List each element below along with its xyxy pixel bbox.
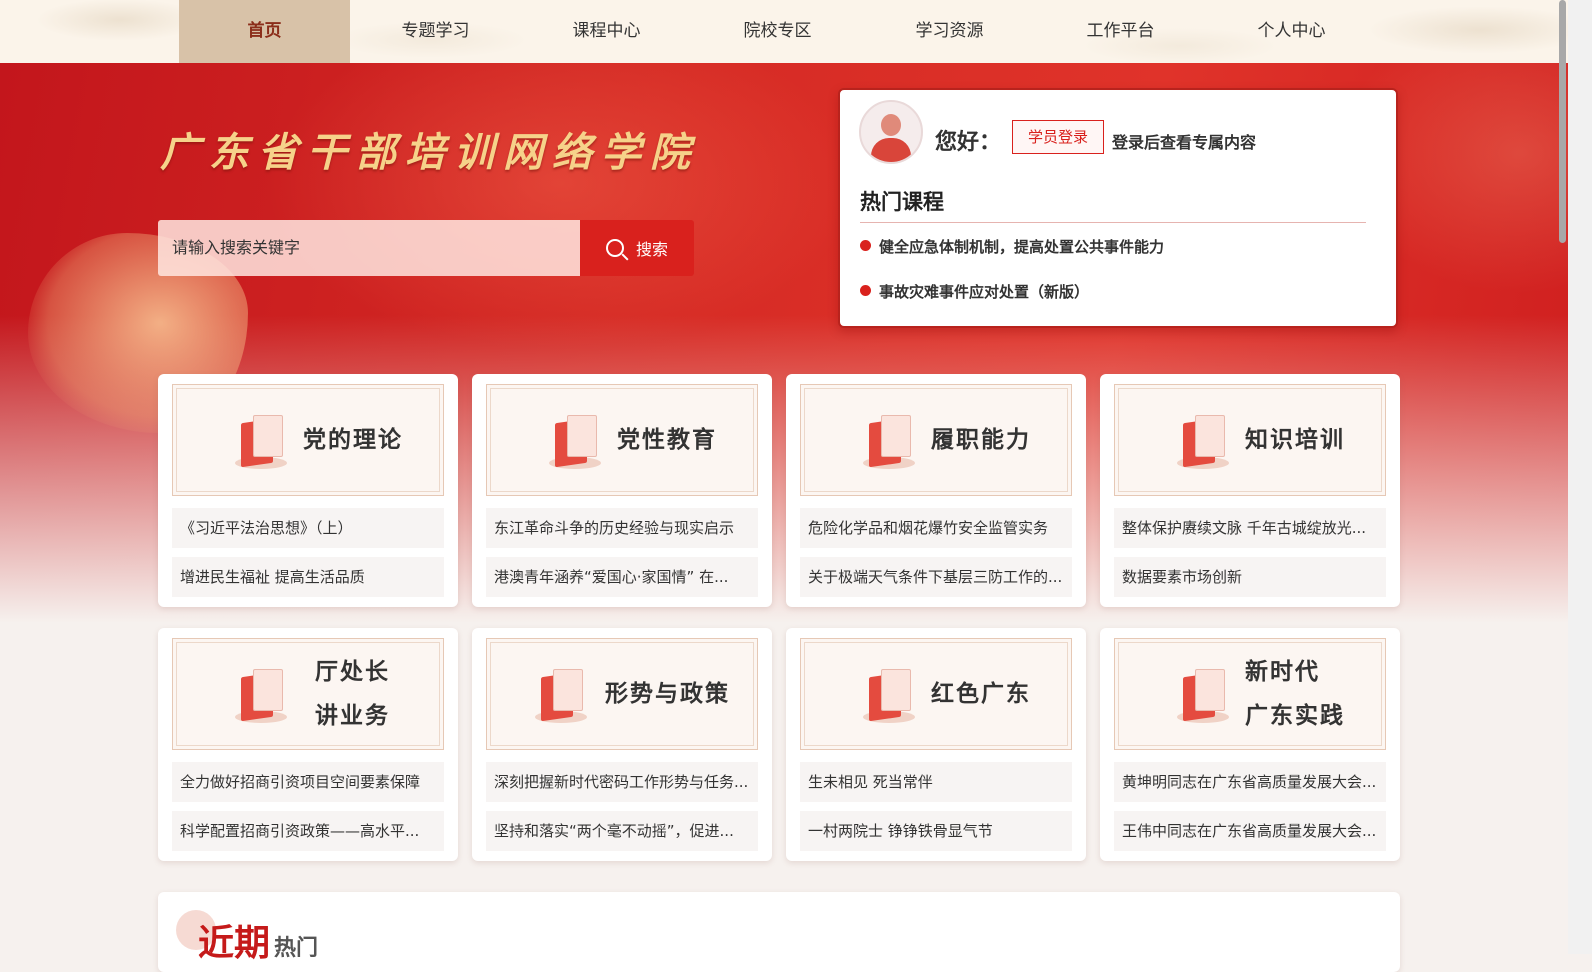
avatar-head <box>881 114 901 136</box>
city-skyline-icon <box>1177 667 1229 727</box>
avatar-body <box>871 138 911 162</box>
course-link[interactable]: 科学配置招商引资政策——高水平... <box>172 811 444 851</box>
category-header[interactable]: 党的理论 <box>172 384 444 496</box>
recent-section: 近期 热门 <box>158 892 1400 972</box>
avatar <box>859 100 923 164</box>
category-label: 知识培训 <box>1245 426 1345 453</box>
category-card-director-lectures: 厅处长 讲业务 全力做好招商引资项目空间要素保障 科学配置招商引资政策——高水平… <box>158 628 458 861</box>
category-card-party-education: 党性教育 东江革命斗争的历史经验与现实启示 港澳青年涵养“爱国心·家国情” 在.… <box>472 374 772 607</box>
course-link[interactable]: 增进民生福祉 提高生活品质 <box>172 557 444 597</box>
course-link[interactable]: 关于极端天气条件下基层三防工作的... <box>800 557 1072 597</box>
category-label: 履职能力 <box>931 426 1031 453</box>
course-link[interactable]: 全力做好招商引资项目空间要素保障 <box>172 762 444 802</box>
category-label-line1: 新时代 <box>1245 658 1320 685</box>
nav-course-center[interactable]: 课程中心 <box>521 0 692 63</box>
course-link[interactable]: 黄坤明同志在广东省高质量发展大会... <box>1114 762 1386 802</box>
nav-topic-study[interactable]: 专题学习 <box>350 0 521 63</box>
document-stack-icon <box>1177 413 1229 473</box>
id-badge-icon <box>863 413 915 473</box>
course-link[interactable]: 危险化学品和烟花爆竹安全监管实务 <box>800 508 1072 548</box>
scrollbar-track[interactable] <box>1568 0 1592 954</box>
site-title: 广东省干部培训网络学院 <box>160 129 699 176</box>
category-header[interactable]: 履职能力 <box>800 384 1072 496</box>
hot-course-item[interactable]: 事故灾难事件应对处置（新版） <box>860 281 1089 302</box>
category-header[interactable]: 新时代 广东实践 <box>1114 638 1386 750</box>
speaker-podium-icon <box>235 667 287 727</box>
login-card: 您好： 学员登录 登录后查看专属内容 热门课程 健全应急体制机制，提高处置公共事… <box>838 88 1398 328</box>
hot-course-label: 健全应急体制机制，提高处置公共事件能力 <box>879 238 1165 256</box>
course-link[interactable]: 港澳青年涵养“爱国心·家国情” 在... <box>486 557 758 597</box>
course-link[interactable]: 《习近平法治思想》（上） <box>172 508 444 548</box>
policy-document-icon <box>535 667 587 727</box>
section-title: 近期 热门 <box>198 914 318 966</box>
category-label-line2: 讲业务 <box>315 702 390 729</box>
category-card-situation-policy: 形势与政策 深刻把握新时代密码工作形势与任务... 坚持和落实“两个毫不动摇”，… <box>472 628 772 861</box>
nav-work-platform[interactable]: 工作平台 <box>1035 0 1206 63</box>
category-card-party-theory: 党的理论 《习近平法治思想》（上） 增进民生福祉 提高生活品质 <box>158 374 458 607</box>
nav-school-zone[interactable]: 院校专区 <box>692 0 863 63</box>
category-card-knowledge-training: 知识培训 整体保护赓续文脉 千年古城绽放光... 数据要素市场创新 <box>1100 374 1400 607</box>
category-label-line2: 广东实践 <box>1245 702 1345 729</box>
category-card-new-era-practice: 新时代 广东实践 黄坤明同志在广东省高质量发展大会... 王伟中同志在广东省高质… <box>1100 628 1400 861</box>
student-login-button[interactable]: 学员登录 <box>1012 120 1104 154</box>
section-title-main: 近期 <box>198 922 271 964</box>
hot-courses-title: 热门课程 <box>860 190 944 214</box>
nav-learning-resources[interactable]: 学习资源 <box>864 0 1035 63</box>
course-link[interactable]: 生未相见 死当常伴 <box>800 762 1072 802</box>
scrollbar-thumb[interactable] <box>1559 0 1566 243</box>
course-link[interactable]: 整体保护赓续文脉 千年古城绽放光... <box>1114 508 1386 548</box>
category-label-line1: 厅处长 <box>315 658 390 685</box>
course-link[interactable]: 王伟中同志在广东省高质量发展大会... <box>1114 811 1386 851</box>
category-card-red-guangdong: 红色广东 生未相见 死当常伴 一村两院士 铮铮铁骨显气节 <box>786 628 1086 861</box>
login-hint: 登录后查看专属内容 <box>1112 133 1257 152</box>
top-nav: 首页 专题学习 课程中心 院校专区 学习资源 工作平台 个人中心 <box>0 0 1568 63</box>
red-building-icon <box>863 667 915 727</box>
party-flag-book-icon <box>549 413 601 473</box>
divider <box>860 222 1366 223</box>
section-title-sub: 热门 <box>274 935 319 961</box>
category-header[interactable]: 知识培训 <box>1114 384 1386 496</box>
search-button-label: 搜索 <box>635 240 668 259</box>
nav-personal-center[interactable]: 个人中心 <box>1206 0 1377 63</box>
course-link[interactable]: 一村两院士 铮铮铁骨显气节 <box>800 811 1072 851</box>
hot-course-item[interactable]: 健全应急体制机制，提高处置公共事件能力 <box>860 236 1164 257</box>
category-header[interactable]: 红色广东 <box>800 638 1072 750</box>
course-link[interactable]: 深刻把握新时代密码工作形势与任务... <box>486 762 758 802</box>
category-header[interactable]: 厅处长 讲业务 <box>172 638 444 750</box>
course-link[interactable]: 数据要素市场创新 <box>1114 557 1386 597</box>
book-magnifier-icon <box>235 413 287 473</box>
category-card-duty-ability: 履职能力 危险化学品和烟花爆竹安全监管实务 关于极端天气条件下基层三防工作的..… <box>786 374 1086 607</box>
search-input[interactable]: 请输入搜索关键字 <box>158 220 580 276</box>
category-label: 党的理论 <box>303 426 403 453</box>
search-icon <box>605 239 624 257</box>
category-header[interactable]: 形势与政策 <box>486 638 758 750</box>
greeting: 您好： <box>935 130 1002 155</box>
course-link[interactable]: 东江革命斗争的历史经验与现实启示 <box>486 508 758 548</box>
category-label: 党性教育 <box>617 426 717 453</box>
bullet-icon <box>860 285 871 296</box>
bullet-icon <box>860 240 871 251</box>
course-link[interactable]: 坚持和落实“两个毫不动摇”，促进... <box>486 811 758 851</box>
hot-course-label: 事故灾难事件应对处置（新版） <box>879 283 1090 301</box>
category-header[interactable]: 党性教育 <box>486 384 758 496</box>
nav-home[interactable]: 首页 <box>179 0 350 63</box>
category-label: 形势与政策 <box>605 680 730 707</box>
category-label: 红色广东 <box>931 680 1031 707</box>
search-button[interactable]: 搜索 <box>580 220 694 276</box>
